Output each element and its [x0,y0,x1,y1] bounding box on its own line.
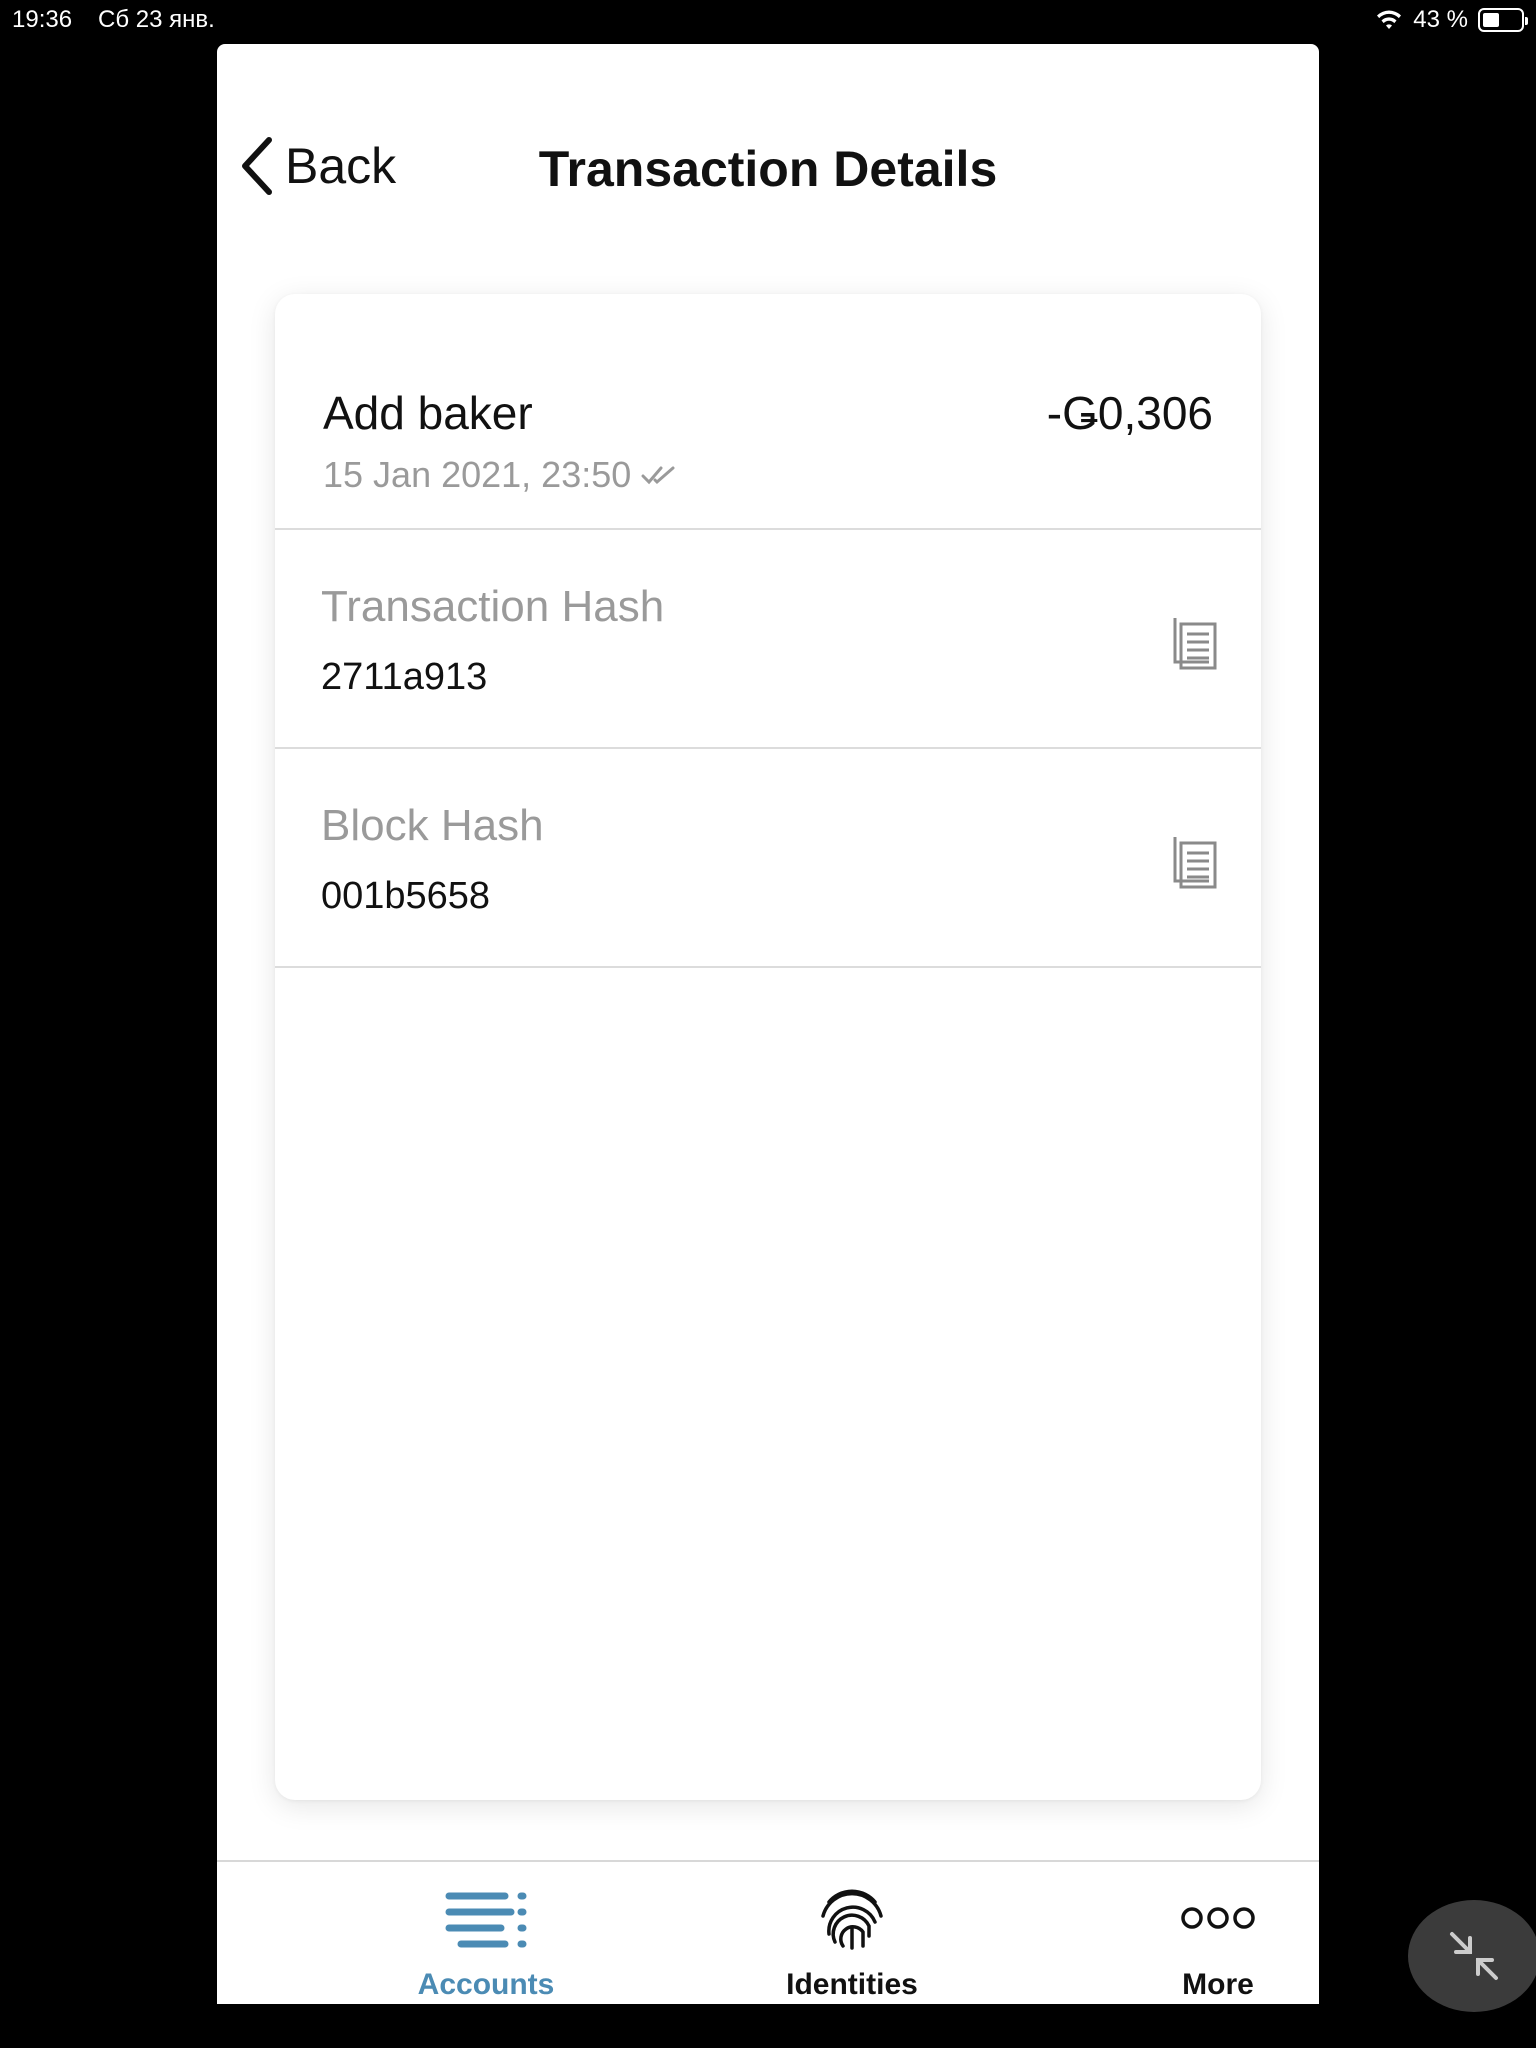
tab-bar: Accounts Identities More [217,1860,1319,2004]
tab-accounts[interactable]: Accounts [356,1862,616,2004]
nav-header: Back Transaction Details [217,44,1319,284]
block-hash-label: Block Hash [321,801,544,850]
status-date: Сб 23 янв. [98,6,215,33]
copy-icon[interactable] [1171,612,1221,672]
transaction-hash-value: 2711a913 [321,656,488,698]
transaction-amount: -Ǥ0,306 [1046,387,1213,439]
status-bar: 19:36 Сб 23 янв. 43 % [0,0,1536,40]
tab-more-label: More [1182,1968,1254,2001]
wifi-icon [1377,10,1402,29]
block-hash-row: Block Hash 001b5658 [275,749,1261,968]
transaction-hash-row: Transaction Hash 2711a913 [275,530,1261,749]
tab-identities[interactable]: Identities [722,1862,982,2004]
transaction-hash-label: Transaction Hash [321,582,665,631]
double-check-icon [641,466,675,485]
collapse-window-button[interactable] [1408,1900,1536,2012]
transaction-card: Add baker -Ǥ0,306 15 Jan 2021, 23:50 Tra… [275,294,1261,1800]
tab-accounts-label: Accounts [417,1968,555,2001]
more-icon [1181,1907,1255,1929]
accounts-icon [445,1892,527,1948]
page-title: Transaction Details [538,141,998,197]
status-right: 43 % [1375,6,1528,34]
transaction-type: Add baker [323,387,533,439]
copy-icon[interactable] [1171,831,1221,891]
tab-more[interactable]: More [1088,1862,1319,2004]
battery-icon [1478,8,1528,32]
transaction-date-row: 15 Jan 2021, 23:50 [323,454,677,496]
transaction-summary: Add baker -Ǥ0,306 15 Jan 2021, 23:50 [275,294,1261,530]
app-window: Back Transaction Details Add baker -Ǥ0,3… [217,44,1319,2004]
tab-identities-label: Identities [786,1968,918,2001]
status-time: 19:36 [12,6,73,33]
battery-percent: 43 % [1413,6,1468,33]
block-hash-value: 001b5658 [321,875,491,917]
collapse-arrows-icon [1450,1932,1498,1980]
fingerprint-icon [821,1889,883,1950]
transaction-date: 15 Jan 2021, 23:50 [323,454,632,495]
